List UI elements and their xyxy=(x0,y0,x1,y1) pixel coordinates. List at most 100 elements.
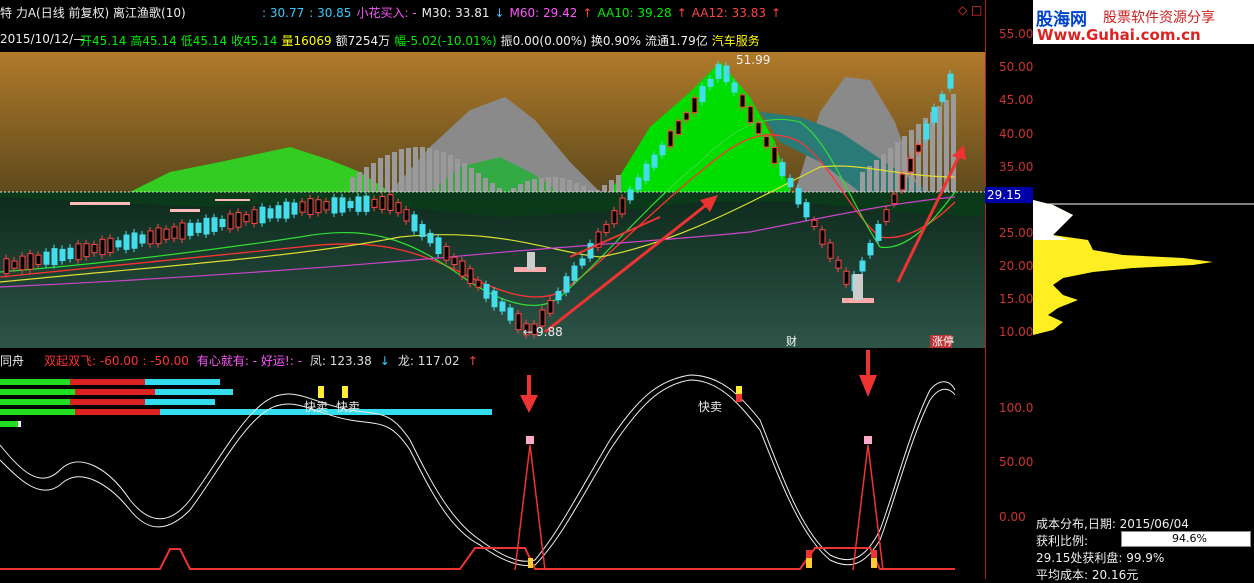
value-item: ↑ xyxy=(770,6,782,20)
background-bar xyxy=(567,180,572,192)
candle xyxy=(131,232,138,249)
candle xyxy=(691,97,698,114)
background-bar xyxy=(413,147,418,192)
candle xyxy=(379,196,386,210)
background-bar xyxy=(574,183,579,192)
candle xyxy=(91,244,98,254)
candle xyxy=(171,226,178,239)
value-item: ↓ xyxy=(494,6,505,20)
value-item: ↑ xyxy=(582,6,593,20)
background-bar xyxy=(434,150,439,192)
candle xyxy=(883,209,890,223)
background-bar xyxy=(364,167,369,192)
candle xyxy=(235,211,242,228)
background-bar xyxy=(539,178,544,192)
candle xyxy=(115,240,122,248)
candle xyxy=(763,136,770,148)
candle xyxy=(459,260,466,277)
candle xyxy=(699,86,706,102)
price-tick: 15.00 xyxy=(999,292,1034,306)
candle xyxy=(779,162,786,176)
value-item: ↑ xyxy=(676,6,687,20)
current-price-tag: 29.15 xyxy=(985,187,1033,203)
candle xyxy=(603,223,610,233)
candle xyxy=(579,258,586,266)
background-bar xyxy=(560,178,565,192)
candle xyxy=(571,265,578,281)
candle xyxy=(11,260,18,269)
candle xyxy=(163,228,170,240)
candle xyxy=(67,247,74,260)
candle xyxy=(939,94,946,102)
background-bar xyxy=(462,163,467,192)
background-bar xyxy=(406,148,411,192)
watermark-slogan: 股票软件资源分享 xyxy=(1103,10,1215,26)
stock-title: 特 力A(日线 前复权) 离江渔歌(10) xyxy=(0,6,186,20)
quote-date: 2015/10/12/— xyxy=(0,32,86,46)
window-control-icons[interactable]: ◇ □ xyxy=(958,3,982,17)
candle xyxy=(715,64,722,79)
background-bar xyxy=(518,184,523,192)
value-item: 振0.00(0.00%) xyxy=(500,34,587,48)
candle xyxy=(443,246,450,261)
background-bar xyxy=(532,179,537,192)
top-values: : 30.77: 30.85 小花买入: - M30: 33.81 ↓ M60: 29.… xyxy=(262,4,786,21)
candle xyxy=(563,276,570,293)
candle xyxy=(435,237,442,255)
chip-histogram xyxy=(1033,200,1254,335)
candle xyxy=(427,232,434,244)
value-item: AA12: 33.83 xyxy=(691,6,766,20)
candle xyxy=(43,251,50,265)
sub-indicator-chart[interactable]: 快卖 快卖 快卖 xyxy=(0,325,985,579)
background-bar xyxy=(497,188,502,192)
value-item: 低45.14 xyxy=(180,34,228,48)
background-bar xyxy=(476,173,481,192)
background-bar xyxy=(441,152,446,192)
candle xyxy=(27,253,34,270)
candle xyxy=(915,144,922,153)
finance-marker: 财 xyxy=(786,334,797,348)
candle xyxy=(803,202,810,218)
candle xyxy=(315,199,322,214)
price-tick: 55.00 xyxy=(999,27,1034,41)
candle xyxy=(307,198,314,216)
sub-chart-svg: 快卖 快卖 快卖 xyxy=(0,325,956,571)
candle xyxy=(659,144,666,156)
candle xyxy=(123,234,130,250)
candle xyxy=(635,177,642,190)
value-item: 额7254万 xyxy=(335,34,391,48)
candle xyxy=(251,209,258,224)
candle xyxy=(331,197,338,214)
candle xyxy=(451,256,458,266)
candle xyxy=(547,299,554,314)
candle xyxy=(219,218,226,228)
indicator-tick: 0.00 xyxy=(999,510,1026,524)
candle xyxy=(619,197,626,215)
candle xyxy=(211,217,218,232)
candle xyxy=(387,194,394,212)
candle xyxy=(771,146,778,164)
price-tick: 10.00 xyxy=(999,325,1034,339)
candle xyxy=(587,243,594,259)
price-axis: 55.00 50.00 45.00 40.00 35.00 25.00 20.00 15.00… xyxy=(985,0,1041,579)
candle xyxy=(667,130,674,148)
background-bar xyxy=(616,175,621,192)
candle xyxy=(347,201,354,209)
chip-distribution-panel: 股海网 股票软件资源分享 Www.Guhai.com.cn 成本分布,日期: 2… xyxy=(1033,0,1254,582)
profit-ratio-label: 获利比例: xyxy=(1036,534,1089,548)
value-item: : 30.85 xyxy=(309,6,352,20)
profit-at-price: 29.15处获利盘: 99.9% xyxy=(1036,551,1165,565)
candle xyxy=(819,229,826,245)
value-item: M30: 33.81 xyxy=(421,6,490,20)
candle xyxy=(227,213,234,230)
candle xyxy=(475,279,482,288)
candle xyxy=(339,197,346,213)
candle xyxy=(891,193,898,205)
candle xyxy=(835,259,842,269)
candle xyxy=(403,209,410,222)
candle xyxy=(195,222,202,233)
candle xyxy=(203,217,210,235)
main-kline-chart[interactable]: 51.99 ← 9.88 财 涨停 xyxy=(0,52,985,348)
value-item: 流通1.79亿 xyxy=(645,34,708,48)
candle xyxy=(947,73,954,89)
